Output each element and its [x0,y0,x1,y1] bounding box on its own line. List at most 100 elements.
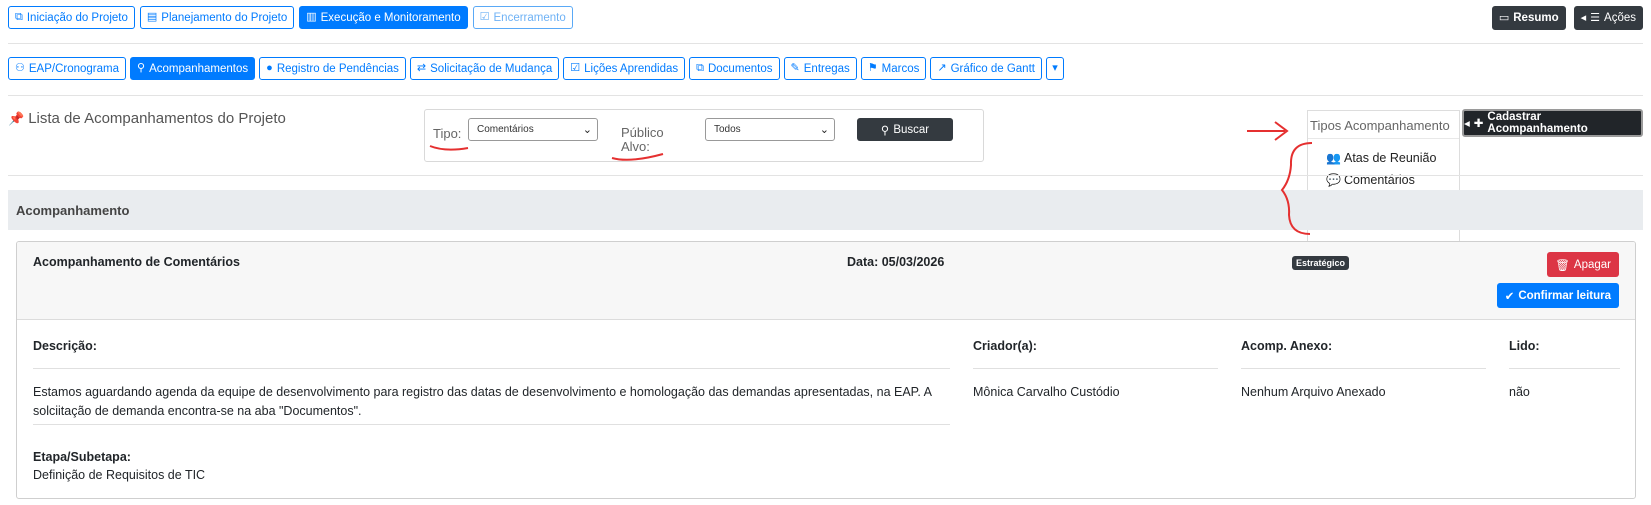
divider [33,424,950,425]
phase-tab-1[interactable]: ⧉ Iniciação do Projeto [8,6,135,29]
read-header: Lido: [1509,339,1540,353]
filter-panel: Tipo: Comentários ⌄ Público Alvo: Todos … [424,109,984,162]
attachment-header: Acomp. Anexo: [1241,339,1333,353]
tipo-label: Tipo: [433,126,462,141]
gantt-dropdown-toggle[interactable]: ▾ [1045,57,1064,80]
sub-tab-label: Lições Aprendidas [584,62,679,75]
tipos-dropdown-header[interactable]: Tipos Acompanhamento [1308,111,1459,138]
sub-tab-3[interactable]: ● Registro de Pendências [259,57,406,80]
clipboard-icon: ⧉ [15,11,23,23]
read-value: não [1509,385,1530,399]
acoes-label: Ações [1604,12,1636,24]
confirm-read-button[interactable]: ✔ Confirmar leitura [1496,283,1619,308]
etapa-header: Etapa/Subetapa: [33,450,131,464]
caret-down-icon: ▾ [1052,62,1058,74]
tipo-select-value: Comentários [477,124,534,135]
pin-icon: ⚲ [137,62,146,74]
divider [973,368,1218,369]
sub-tab-label: EAP/Cronograma [28,62,119,75]
exchange-icon: ⇄ [416,62,427,74]
card-title: Acompanhamento de Comentários [33,255,240,269]
tipo-menu-item[interactable]: 💬 Comentários [1326,169,1459,191]
check-icon: ✔ [1504,290,1515,303]
document-icon: ▤ [146,11,158,23]
publico-select-value: Todos [714,124,741,135]
sub-tab-4[interactable]: ⇄ Solicitação de Mudança [409,57,560,80]
trash-icon: 🗑 [1555,259,1570,272]
phase-tab-label: Encerramento [493,11,566,24]
top-right-actions: ▭ Resumo ◂ ☰ Ações [1491,6,1643,30]
publico-select[interactable]: Todos ⌄ [705,118,835,141]
tipo-select[interactable]: Comentários ⌄ [468,118,598,141]
sub-tab-2[interactable]: ⚲ Acompanhamentos [130,57,256,80]
description-text: Estamos aguardando agenda da equipe de d… [33,385,932,418]
sub-tab-label: Solicitação de Mudança [430,62,553,75]
flag-icon: ⚑ [867,62,878,74]
search-icon: ⚲ [880,124,890,137]
search-button[interactable]: ⚲ Buscar [857,118,953,141]
sub-tab-8[interactable]: ⚑ Marcos [860,57,927,80]
card-header: Acompanhamento de Comentários Data: 05/0… [17,242,1635,320]
sub-tab-label: Registro de Pendências [276,62,399,75]
acoes-button[interactable]: ◂ ☰ Ações [1573,6,1643,30]
card-date: Data: 05/03/2026 [847,255,945,269]
publico-label-line1: Público [621,125,664,140]
delete-button[interactable]: 🗑 Apagar [1547,252,1619,277]
chevron-down-icon: ⌄ [582,124,592,136]
attachment-value: Nenhum Arquivo Anexado [1241,385,1386,399]
pin-icon: 📌 [8,110,25,126]
confirm-label: Confirmar leitura [1518,289,1611,302]
sub-tabs: ⚇ EAP/Cronograma ⚲ Acompanhamentos ● Registro… [8,57,1064,80]
phase-tab-3[interactable]: ▥ Execução e Monitoramento [299,6,468,29]
phase-tab-label: Iniciação do Projeto [26,11,128,24]
resumo-button[interactable]: ▭ Resumo [1491,6,1566,30]
page-title: 📌 Lista de Acompanhamentos do Projeto [8,110,286,127]
divider [8,95,1643,96]
check-square-icon: ☑ [570,62,581,74]
search-label: Buscar [893,123,930,136]
tipo-menu-item[interactable]: 👥 Atas de Reunião [1326,147,1459,169]
divider [8,175,1643,176]
sub-tab-6[interactable]: ⧉ Documentos [689,57,780,80]
phase-tab-label: Planejamento do Projeto [161,11,288,24]
acompanhamento-card: Acompanhamento de Comentários Data: 05/0… [16,241,1636,499]
menu-icon: ☰ [1590,11,1601,24]
publico-label-line2: Alvo: [621,139,650,154]
publico-alvo-label: Público Alvo: [621,126,664,154]
etapa-value: Definição de Requisitos de TIC [33,468,206,482]
cadastrar-acompanhamento-button[interactable]: ◂ ✚ Cadastrar Acompanhamento [1462,109,1643,137]
section-header: Acompanhamento [8,190,1643,230]
tipo-menu-item-label: Atas de Reunião [1344,151,1437,165]
paperclip-icon: ✎ [790,62,800,74]
resumo-label: Resumo [1513,12,1559,24]
bar-chart-icon: ▥ [306,11,317,23]
sub-tab-9[interactable]: ↗ Gráfico de Gantt [930,57,1042,80]
users-icon: 👥 [1326,151,1341,165]
caret-left-icon: ◂ [1580,11,1587,24]
chevron-down-icon: ⌄ [819,124,829,136]
question-icon: ● [266,62,273,74]
phase-tab-4[interactable]: ☑ Encerramento [472,6,573,29]
check-square-icon: ☑ [479,11,490,23]
page-title-text: Lista de Acompanhamentos do Projeto [28,110,286,127]
id-card-icon: ▭ [1498,11,1510,24]
arrow-annotation [1274,121,1289,141]
divider [1509,368,1620,369]
sub-tab-7[interactable]: ✎ Entregas [783,57,857,80]
divider [1241,368,1486,369]
sub-tab-label: Entregas [803,62,850,75]
sub-tab-label: Acompanhamentos [149,62,249,75]
divider [33,368,950,369]
cadastrar-label: Cadastrar Acompanhamento [1487,111,1588,135]
description-header: Descrição: [33,339,97,353]
delete-label: Apagar [1573,258,1611,271]
status-badge: Estratégico [1292,256,1350,270]
creator-header: Criador(a): [973,339,1037,353]
copy-icon: ⧉ [696,62,704,74]
phase-tabs: ⧉ Iniciação do Projeto ▤ Planejamento do Pr… [8,6,573,29]
sub-tab-5[interactable]: ☑ Lições Aprendidas [563,57,686,80]
phase-tab-2[interactable]: ▤ Planejamento do Projeto [139,6,295,29]
sub-tab-label: Marcos [881,62,920,75]
sub-tab-1[interactable]: ⚇ EAP/Cronograma [8,57,126,80]
phase-tab-label: Execução e Monitoramento [320,11,461,24]
